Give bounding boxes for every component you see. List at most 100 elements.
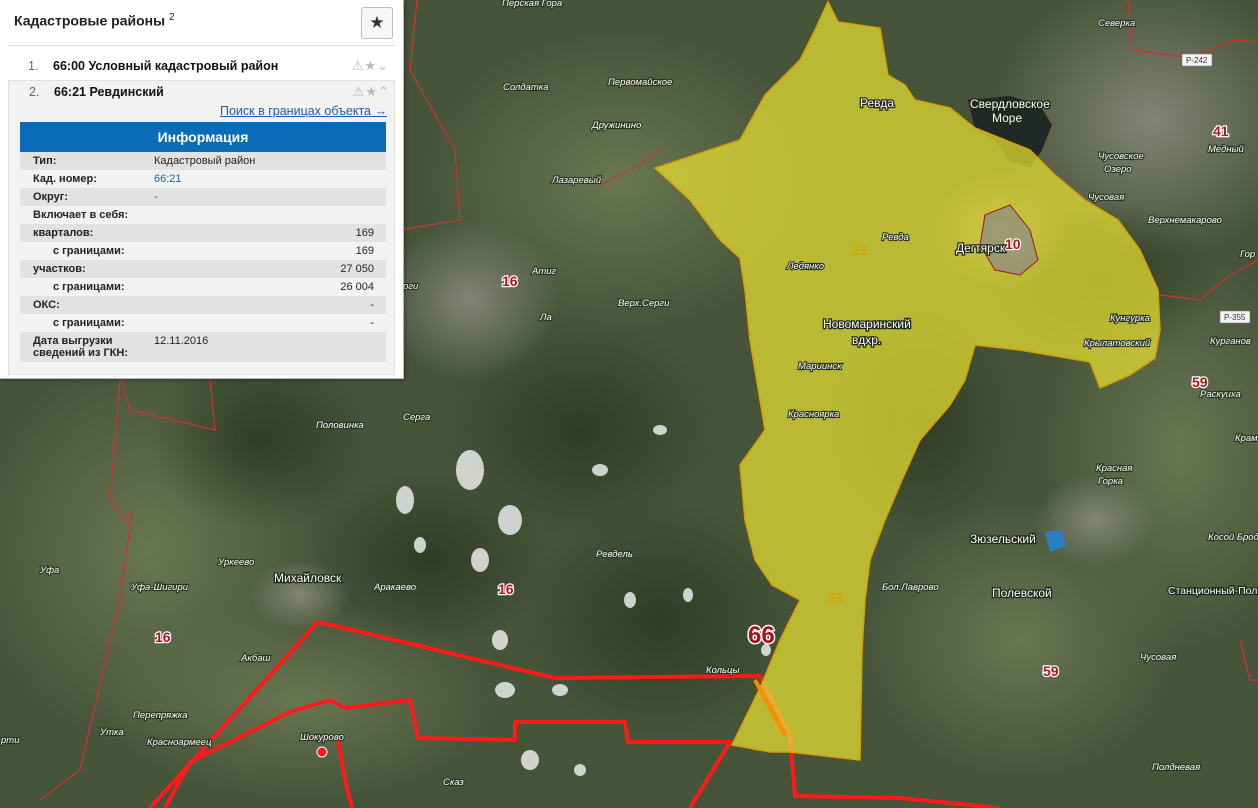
result-detail: Поиск в границах объекта → Информация Ти… xyxy=(8,102,395,375)
svg-text:Первомайское: Первомайское xyxy=(608,77,672,88)
svg-text:Ревда: Ревда xyxy=(882,232,909,243)
svg-text:Чусовая: Чусовая xyxy=(1140,652,1176,663)
panel-title: Кадастровые районы 2 xyxy=(14,12,175,29)
svg-text:Перская Гора: Перская Гора xyxy=(502,0,562,9)
warning-icon[interactable]: ⚠ xyxy=(353,84,366,99)
svg-text:Гор: Гор xyxy=(1240,249,1255,260)
svg-text:Половинка: Половинка xyxy=(316,420,364,431)
town-revda: Ревда xyxy=(860,96,894,110)
svg-text:Медный: Медный xyxy=(1208,144,1245,155)
svg-text:Дружинино: Дружинино xyxy=(591,120,641,131)
town-stantsionny: Станционный-Полевской xyxy=(1168,585,1258,597)
svg-text:Верхнемакарово: Верхнемакарово xyxy=(1148,215,1222,226)
district-number-16-c: 16 xyxy=(155,629,171,645)
cad-number-link[interactable]: 66:21 xyxy=(154,173,182,185)
svg-text:Раскуиха: Раскуиха xyxy=(1200,389,1241,400)
result-item-66-21[interactable]: 2. 66:21 Ревдинский ⚠★⌃ xyxy=(8,80,395,103)
svg-text:Косой Брод: Косой Брод xyxy=(1208,532,1258,543)
result-name[interactable]: 66:21 Ревдинский xyxy=(54,85,164,99)
svg-text:Озеро: Озеро xyxy=(1104,164,1132,175)
svg-text:Р-242: Р-242 xyxy=(1186,56,1208,65)
info-row-kv-bound: с границами: 169 xyxy=(53,245,374,257)
svg-text:Лазаревый: Лазаревый xyxy=(551,175,602,186)
svg-text:Курганов: Курганов xyxy=(1210,336,1251,347)
svg-text:Чусовая: Чусовая xyxy=(1088,192,1124,203)
svg-text:Аракаево: Аракаево xyxy=(373,582,416,593)
svg-text:Шокурово: Шокурово xyxy=(300,732,344,743)
panel-title-count: 2 xyxy=(168,12,175,23)
district-number-21-a: 21 xyxy=(852,242,868,258)
town-degtyarsk: Дегтярск xyxy=(956,241,1006,255)
district-number-59-a: 59 xyxy=(1192,374,1208,390)
lake-label-2: Море xyxy=(992,111,1022,125)
info-row-oks: ОКС: - xyxy=(20,296,386,314)
star-icon[interactable]: ★ xyxy=(364,58,377,73)
town-polevskoy: Полевской xyxy=(992,586,1052,600)
panel-title-text: Кадастровые районы xyxy=(14,12,166,29)
cadastral-panel: Кадастровые районы 2 ★ 1. 66:00 Условный… xyxy=(0,0,404,379)
svg-text:Перепряжка: Перепряжка xyxy=(133,710,188,721)
shokurovo-marker xyxy=(316,746,328,758)
svg-text:Крам: Крам xyxy=(1235,433,1258,444)
svg-text:Ла: Ла xyxy=(539,312,552,323)
svg-text:Крылатовский: Крылатовский xyxy=(1084,338,1151,349)
svg-text:рги: рги xyxy=(402,281,419,292)
svg-text:Полдневая: Полдневая xyxy=(1152,762,1200,773)
svg-text:Атиг: Атиг xyxy=(531,266,557,277)
svg-text:Красноармеец: Красноармеец xyxy=(147,737,212,748)
svg-text:Красная: Красная xyxy=(1096,463,1133,474)
svg-text:Горка: Горка xyxy=(1098,476,1123,487)
road-badge-r355: Р-355 xyxy=(1219,310,1251,324)
info-row-uch-bound: с границами: 26 004 xyxy=(53,281,374,293)
svg-text:Уфа-Шигири: Уфа-Шигири xyxy=(130,582,189,593)
district-number-21-b: 21 xyxy=(828,589,844,605)
district-number-16-b: 16 xyxy=(498,581,514,597)
reservoir-label-2: вдхр. xyxy=(852,333,881,347)
info-row-date: Дата выгрузки сведений из ГКН: 12.11.201… xyxy=(20,332,386,362)
district-number-41: 41 xyxy=(1213,123,1229,139)
svg-text:Кунгурка: Кунгурка xyxy=(1110,313,1150,324)
result-number: 2. xyxy=(29,85,40,99)
svg-text:Бол.Лаврово: Бол.Лаврово xyxy=(882,582,939,593)
star-icon[interactable]: ★ xyxy=(365,84,378,99)
result-tools: ⚠★⌄ xyxy=(352,58,389,74)
info-row-oks-bound: с границами: - xyxy=(53,317,374,329)
svg-text:Уркеево: Уркеево xyxy=(217,557,254,568)
info-row-uchastkov: участков: 27 050 xyxy=(20,260,386,278)
result-tools: ⚠★⌃ xyxy=(353,84,390,100)
info-row-kvartalov: кварталов: 169 xyxy=(20,224,386,242)
svg-text:Ревдель: Ревдель xyxy=(596,549,633,560)
search-in-bounds-link[interactable]: Поиск в границах объекта → xyxy=(220,104,387,118)
result-item-66-00[interactable]: 1. 66:00 Условный кадастровый район ⚠★⌄ xyxy=(8,55,393,77)
info-row-type: Тип: Кадастровый район xyxy=(20,152,386,170)
info-row-cad-number: Кад. номер: 66:21 xyxy=(33,173,182,185)
info-row-includes: Включает в себя: xyxy=(33,209,129,221)
svg-text:Красноярка: Красноярка xyxy=(788,409,839,420)
chevron-down-icon[interactable]: ⌄ xyxy=(377,58,389,73)
svg-text:рти: рти xyxy=(0,735,20,746)
svg-text:Серга: Серга xyxy=(403,412,430,423)
svg-text:Северка: Северка xyxy=(1098,18,1135,29)
star-icon: ★ xyxy=(369,13,385,32)
favorite-button[interactable]: ★ xyxy=(361,7,393,39)
district-number-10: 10 xyxy=(1005,236,1021,252)
town-zyuzelsky: Зюзельский xyxy=(970,532,1036,546)
svg-text:Верх.Серги: Верх.Серги xyxy=(618,298,670,309)
svg-text:Чусовское: Чусовское xyxy=(1098,151,1144,162)
warning-icon[interactable]: ⚠ xyxy=(352,58,365,73)
region-number-66: 66 xyxy=(748,622,775,649)
district-number-16-a: 16 xyxy=(502,273,518,289)
town-mikhailovsk: Михайловск xyxy=(274,571,342,585)
info-header: Информация xyxy=(20,122,386,152)
svg-text:Кольцы: Кольцы xyxy=(706,665,739,676)
district-number-59-b: 59 xyxy=(1043,663,1059,679)
result-number: 1. xyxy=(28,59,39,73)
road-badge-r242: Р-242 xyxy=(1181,53,1213,67)
svg-text:Уфа: Уфа xyxy=(39,565,59,576)
panel-divider xyxy=(8,45,395,46)
svg-text:Сказ: Сказ xyxy=(443,777,464,788)
svg-text:Ледянко: Ледянко xyxy=(786,261,824,272)
result-name[interactable]: 66:00 Условный кадастровый район xyxy=(53,59,278,73)
chevron-up-icon[interactable]: ⌃ xyxy=(378,84,390,99)
svg-text:Р-355: Р-355 xyxy=(1224,313,1246,322)
